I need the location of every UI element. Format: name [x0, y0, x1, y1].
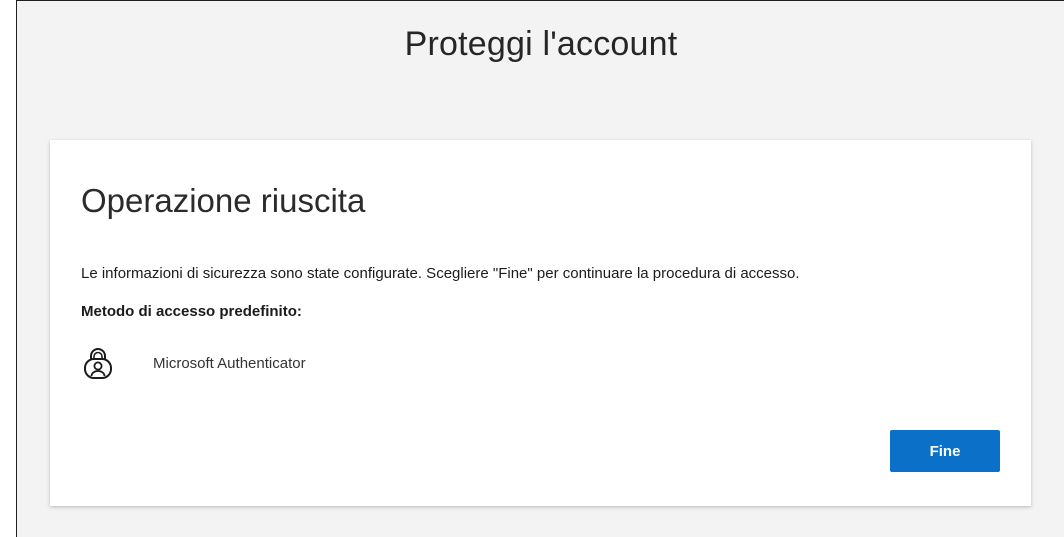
authenticator-lock-icon: [83, 346, 113, 380]
page-title: Proteggi l'account: [404, 25, 678, 63]
info-text: Le informazioni di sicurezza sono state …: [81, 265, 800, 282]
default-method-row: Microsoft Authenticator: [83, 346, 306, 380]
default-method-label: Metodo di accesso predefinito:: [81, 303, 302, 320]
success-card: Operazione riuscita Le informazioni di s…: [50, 140, 1031, 506]
done-button[interactable]: Fine: [890, 430, 1000, 472]
method-name: Microsoft Authenticator: [153, 354, 306, 372]
success-heading: Operazione riuscita: [81, 182, 366, 219]
page-frame: Proteggi l'account Operazione riuscita L…: [16, 0, 1064, 537]
